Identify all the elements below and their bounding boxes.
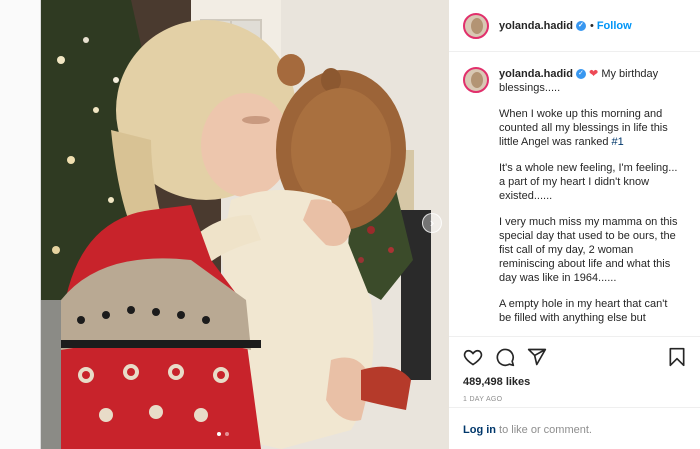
hashtag-link[interactable]: #1: [612, 136, 624, 148]
caption-paragraph-2: It's a whole new feeling, I'm feeling...…: [499, 162, 678, 202]
comment-icon[interactable]: [495, 347, 515, 367]
red-heart-emoji: ❤: [589, 68, 599, 80]
caption-row: yolanda.hadid ✓ ❤ My birthday blessings..…: [449, 53, 700, 336]
heart-icon[interactable]: [463, 347, 483, 367]
login-prompt: Log in to like or comment.: [449, 407, 700, 449]
bookmark-icon[interactable]: [667, 347, 687, 367]
caption-area: yolanda.hadid ✓ ❤ My birthday blessings..…: [449, 53, 700, 336]
caption-paragraph-4: A empty hole in my heart that can't be f…: [499, 298, 668, 324]
share-icon[interactable]: [527, 347, 547, 367]
carousel-dot-active: [217, 432, 221, 436]
carousel-dot: [225, 432, 229, 436]
post-header: yolanda.hadid ✓ • Follow: [449, 0, 700, 52]
verified-badge-icon: ✓: [575, 20, 586, 31]
avatar[interactable]: [463, 12, 489, 39]
action-icons: [449, 337, 700, 368]
follow-button[interactable]: Follow: [597, 20, 632, 32]
login-prompt-text: to like or comment.: [496, 424, 592, 436]
header-username[interactable]: yolanda.hadid ✓: [499, 20, 586, 32]
username-text[interactable]: yolanda.hadid: [499, 20, 573, 32]
post-photo[interactable]: ›: [41, 0, 449, 449]
post-timestamp[interactable]: 1 DAY AGO: [449, 388, 700, 403]
caption-paragraph-1: When I woke up this morning and counted …: [499, 108, 668, 148]
photo-illustration: [41, 0, 449, 449]
header-separator: •: [589, 19, 594, 32]
caption-paragraph-3: I very much miss my mamma on this specia…: [499, 216, 678, 284]
post-sidebar: yolanda.hadid ✓ • Follow yolanda.hadid ✓ ❤…: [449, 0, 700, 449]
actions-area: 489,498 likes 1 DAY AGO: [449, 336, 700, 407]
caption-username[interactable]: yolanda.hadid: [499, 68, 573, 80]
carousel-next-button[interactable]: ›: [422, 213, 442, 233]
verified-badge-icon: ✓: [575, 69, 586, 80]
instagram-post: › yolanda.hadid ✓ • Follow yolanda.hadid ✓…: [40, 0, 700, 449]
login-link[interactable]: Log in: [463, 424, 496, 436]
carousel-indicator: [217, 432, 229, 436]
caption-text: yolanda.hadid ✓ ❤ My birthday blessings..…: [499, 67, 679, 336]
caption-avatar[interactable]: [463, 67, 489, 93]
likes-count[interactable]: 489,498 likes: [449, 368, 700, 388]
